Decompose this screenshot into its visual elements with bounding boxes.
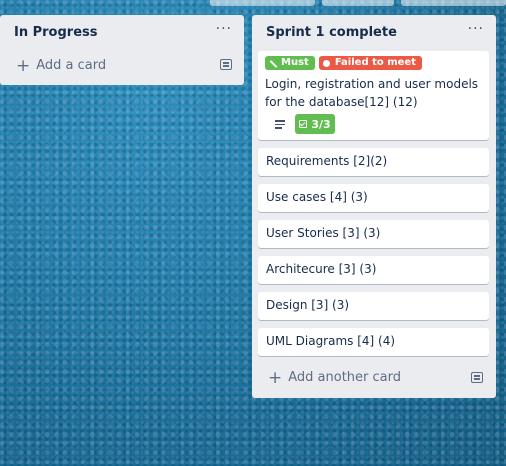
description-icon [275, 120, 285, 129]
list-title[interactable]: Sprint 1 complete [266, 25, 397, 40]
plus-icon: + [16, 55, 31, 76]
checklist-badge: 3/3 [295, 114, 335, 134]
add-card-label: Add another card [288, 370, 402, 385]
checkbox-icon [299, 120, 308, 128]
card-template-icon[interactable] [471, 372, 483, 383]
add-card-button[interactable]: + Add a card [16, 55, 107, 76]
list-in-progress: In Progress ··· + Add a card [0, 15, 244, 85]
label-must[interactable]: Must [265, 56, 315, 70]
board-header-button-stub[interactable] [210, 0, 315, 6]
list-menu-icon[interactable]: ··· [468, 21, 484, 37]
card-architecture[interactable]: Architecure [3] (3) [258, 256, 489, 284]
checklist-count: 3/3 [311, 117, 331, 131]
list-sprint-1-complete: Sprint 1 complete ··· Must Failed to mee… [252, 15, 496, 398]
card-title: Login, registration and user models for … [265, 77, 479, 109]
list-menu-icon[interactable]: ··· [216, 21, 232, 37]
card-uml-diagrams[interactable]: UML Diagrams [4] (4) [258, 328, 489, 356]
dot-icon [322, 59, 330, 67]
card-user-stories[interactable]: User Stories [3] (3) [258, 220, 489, 248]
label-failed-to-meet[interactable]: Failed to meet [318, 56, 422, 70]
label-text: Must [281, 57, 309, 68]
add-another-card-button[interactable]: + Add another card [268, 367, 402, 388]
label-text: Failed to meet [334, 57, 416, 68]
plus-icon: + [268, 367, 283, 388]
card-template-icon[interactable] [220, 59, 232, 70]
card-use-cases[interactable]: Use cases [4] (3) [258, 184, 489, 212]
add-card-label: Add a card [36, 58, 107, 73]
card-labels: Must Failed to meet [265, 56, 422, 70]
list-title[interactable]: In Progress [14, 25, 98, 40]
board-header-button-stub[interactable] [322, 0, 394, 6]
card-design[interactable]: Design [3] (3) [258, 292, 489, 320]
board-header-button-stub[interactable] [401, 0, 506, 6]
flag-icon [269, 60, 276, 67]
card-requirements[interactable]: Requirements [2](2) [258, 148, 489, 176]
card-login-registration[interactable]: Must Failed to meet Login, registration … [258, 51, 489, 140]
